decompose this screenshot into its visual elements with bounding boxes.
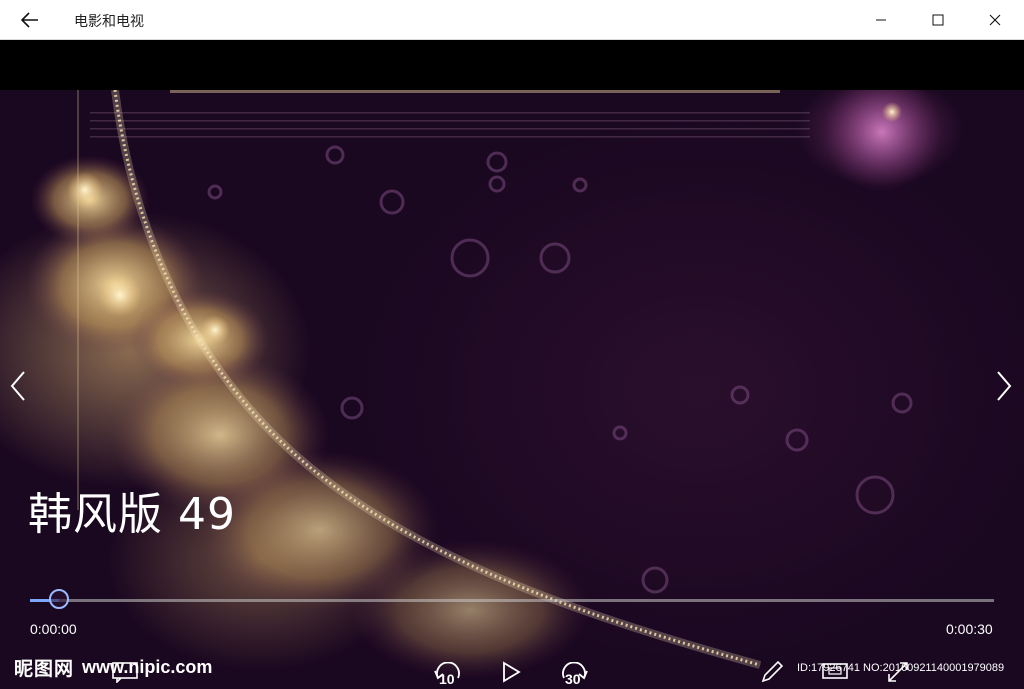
watermark-id: ID:17926741 NO:20160921140001979089: [797, 662, 1005, 674]
watermark-site: www.nipic.com: [82, 657, 213, 677]
back-arrow-icon: [21, 12, 38, 28]
skip-forward-button[interactable]: 30: [556, 655, 592, 689]
back-button[interactable]: [14, 8, 46, 32]
skip-forward-label: 30: [565, 671, 581, 687]
video-surface[interactable]: 韩风版 49 0:00:00 0:00:30 昵图网 www.nipic.com…: [0, 90, 1024, 689]
minimize-button[interactable]: [858, 0, 904, 40]
current-time: 0:00:00: [30, 621, 77, 637]
maximize-icon: [932, 14, 944, 26]
minimize-icon: [876, 19, 886, 21]
subtitles-icon: [112, 662, 138, 683]
play-button[interactable]: [496, 655, 526, 689]
seek-thumb[interactable]: [49, 589, 69, 609]
app-title: 电影和电视: [74, 14, 144, 30]
previous-button[interactable]: [4, 366, 32, 406]
skip-back-label: 10: [439, 671, 455, 687]
letterbox-top: [0, 40, 1024, 90]
maximize-button[interactable]: [915, 0, 961, 40]
video-title: 韩风版 49: [28, 489, 236, 540]
seek-track[interactable]: [30, 599, 994, 602]
close-button[interactable]: [972, 0, 1018, 40]
title-bar: 电影和电视: [0, 0, 1024, 40]
close-icon: [989, 14, 1001, 26]
watermark-logo: 昵图网: [14, 658, 75, 680]
chevron-left-icon: [10, 371, 25, 401]
duration-time: 0:00:30: [946, 621, 993, 637]
subtitles-button[interactable]: [108, 655, 142, 689]
play-icon: [503, 661, 521, 683]
skip-back-button[interactable]: 10: [430, 655, 466, 689]
next-button[interactable]: [990, 366, 1018, 406]
chevron-right-icon: [997, 371, 1012, 401]
pencil-icon: [761, 660, 784, 683]
edit-button[interactable]: [756, 655, 788, 689]
